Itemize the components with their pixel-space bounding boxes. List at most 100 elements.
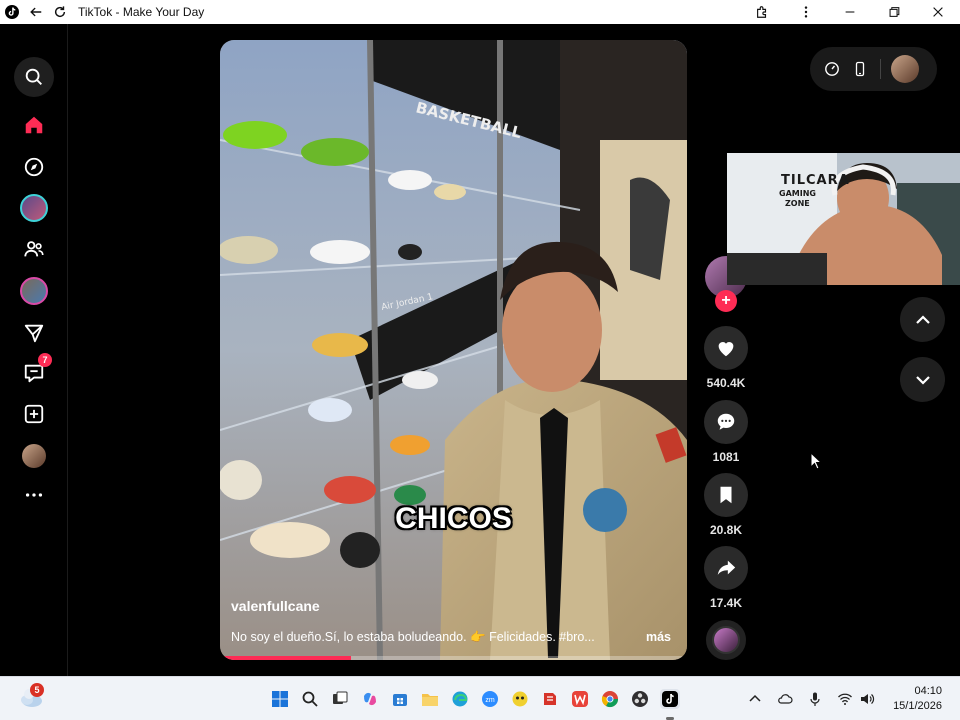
task-view-icon	[333, 691, 348, 704]
action-rail: + 540.4K 1081 20.8K 17.4K	[700, 254, 752, 664]
tray-onedrive[interactable]	[776, 690, 794, 708]
nav-profile[interactable]	[14, 438, 54, 474]
taskbar-app-yellow[interactable]	[510, 689, 530, 709]
search-icon	[25, 68, 42, 85]
taskbar-obs[interactable]	[630, 689, 650, 709]
back-button[interactable]	[24, 0, 48, 24]
webcam-sign-line1: TILCARA	[781, 173, 850, 188]
video-frame: BASKETBALL Air Jordan 1	[220, 40, 687, 660]
store-icon	[393, 694, 407, 706]
tray-microphone[interactable]	[806, 690, 824, 708]
taskbar-tiktok[interactable]	[660, 689, 680, 709]
chevron-up-icon	[749, 694, 761, 702]
tray-volume[interactable]	[858, 690, 876, 708]
avatar	[20, 194, 48, 222]
video-progress-bar[interactable]	[220, 656, 687, 660]
divider	[880, 59, 881, 79]
wifi-icon	[838, 693, 852, 705]
clock-date: 15/1/2026	[893, 700, 942, 712]
folder-icon	[422, 694, 438, 706]
close-button[interactable]	[916, 0, 960, 24]
nav-explore[interactable]	[14, 149, 54, 185]
like-count: 540.4K	[706, 376, 746, 390]
obs-icon	[632, 691, 648, 707]
account-avatar[interactable]	[891, 55, 919, 83]
nav-inbox[interactable]: 7	[14, 353, 54, 391]
office-w-icon	[572, 691, 588, 707]
edge-icon	[452, 691, 468, 707]
start-button[interactable]	[270, 689, 290, 709]
send-icon	[24, 324, 44, 343]
taskbar-edge[interactable]	[450, 689, 470, 709]
tray-wifi[interactable]	[836, 690, 854, 708]
more-dots-icon	[25, 493, 43, 497]
profile-avatar	[22, 444, 46, 468]
menu-kebab-icon[interactable]	[784, 0, 828, 24]
compass-icon	[24, 157, 44, 177]
timer-icon	[825, 62, 839, 76]
search-button[interactable]	[14, 57, 54, 97]
description-more-link[interactable]: más	[646, 630, 671, 644]
save-button[interactable]	[704, 473, 748, 517]
like-button[interactable]	[704, 326, 748, 370]
comment-count: 1081	[712, 450, 740, 464]
mobile-view-button[interactable]	[846, 55, 874, 83]
video-overlay-caption: CHICOS	[395, 502, 512, 535]
share-arrow-icon	[717, 560, 736, 575]
reload-button[interactable]	[48, 0, 72, 24]
avatar	[20, 277, 48, 305]
cloud-icon	[778, 694, 793, 704]
windows-taskbar: 5 zm 04:10 15/1/2026	[0, 676, 960, 720]
webcam-sign-zone: ZONE	[785, 199, 810, 208]
share-button[interactable]	[704, 546, 748, 590]
taskbar-store[interactable]	[390, 689, 410, 709]
music-disc[interactable]	[706, 620, 746, 660]
taskbar-wps[interactable]	[570, 689, 590, 709]
nav-more[interactable]	[14, 477, 54, 513]
nav-home[interactable]	[14, 107, 54, 143]
taskbar-app-red[interactable]	[540, 689, 560, 709]
nav-following[interactable]	[14, 231, 54, 267]
video-author-username[interactable]: valenfullcane	[231, 598, 320, 614]
speaker-icon	[861, 694, 875, 704]
system-clock[interactable]: 04:10 15/1/2026	[893, 684, 942, 714]
previous-video-button[interactable]	[900, 297, 945, 342]
chevron-up-icon	[915, 314, 930, 324]
tray-overflow-button[interactable]	[746, 690, 764, 708]
taskbar-copilot[interactable]	[360, 689, 380, 709]
zoom-icon: zm	[482, 691, 498, 707]
music-disc-avatar	[714, 628, 738, 652]
window-title: TikTok - Make Your Day	[78, 5, 205, 19]
taskbar-file-explorer[interactable]	[420, 689, 440, 709]
video-player[interactable]: BASKETBALL Air Jordan 1 CHICOS valenfull…	[220, 40, 687, 660]
minimize-button[interactable]	[828, 0, 872, 24]
bookmark-icon	[720, 486, 732, 504]
nav-messages-send[interactable]	[14, 315, 54, 351]
chevron-down-icon	[915, 375, 930, 385]
upload-plus-icon	[24, 404, 44, 424]
character-app-icon	[512, 691, 528, 707]
users-icon	[24, 241, 44, 257]
copilot-icon	[364, 692, 376, 706]
task-view-button[interactable]	[330, 689, 350, 709]
taskbar-chrome[interactable]	[600, 689, 620, 709]
phone-icon	[855, 61, 865, 77]
microphone-icon	[810, 692, 820, 706]
restore-button[interactable]	[872, 0, 916, 24]
nav-live-avatar[interactable]	[14, 190, 54, 226]
left-sidebar: 7	[0, 24, 68, 676]
clock-time: 04:10	[914, 685, 942, 697]
comment-button[interactable]	[704, 400, 748, 444]
nav-upload[interactable]	[14, 396, 54, 432]
taskbar-search[interactable]	[300, 689, 320, 709]
svg-text:zm: zm	[485, 697, 495, 704]
chrome-icon	[601, 691, 619, 708]
follow-button[interactable]: +	[715, 290, 737, 312]
search-icon	[302, 691, 318, 707]
extensions-icon[interactable]	[740, 0, 784, 24]
nav-friends-avatar[interactable]	[14, 273, 54, 309]
next-video-button[interactable]	[900, 357, 945, 402]
comment-icon	[717, 413, 735, 430]
timer-button[interactable]	[818, 55, 846, 83]
taskbar-zoom[interactable]: zm	[480, 689, 500, 709]
